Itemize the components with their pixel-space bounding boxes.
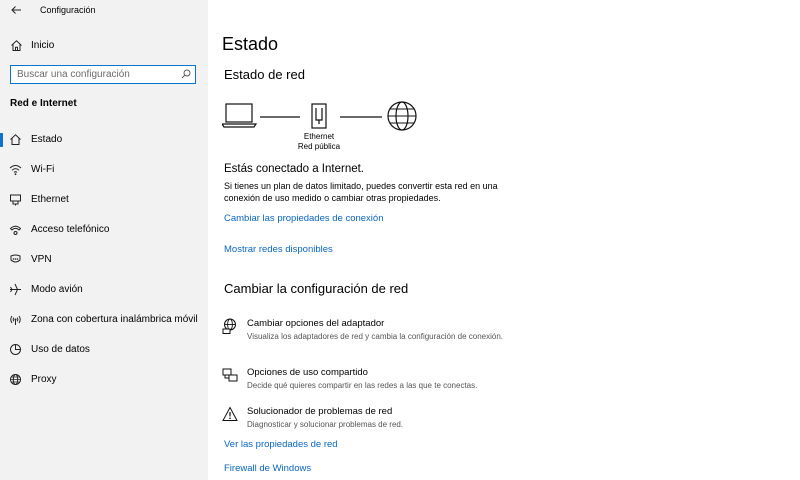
home-status-icon [10,134,21,145]
sidebar-item-label: Modo avión [31,284,83,295]
network-type: Red pública [297,142,341,151]
option-description: Diagnosticar y solucionar problemas de r… [247,420,404,429]
option-title: Cambiar opciones del adaptador [247,318,385,329]
network-diagram: Ethernet Red pública [220,98,422,158]
connected-status: Estás conectado a Internet. [224,163,365,175]
sidebar-item-vpn[interactable]: VPN [0,249,208,271]
airplane-icon [10,283,21,296]
sidebar-item-label: Estado [31,134,63,145]
option-title: Opciones de uso compartido [247,367,368,378]
sidebar-item-label: Uso de datos [31,344,90,355]
ethernet-adapter-icon [311,103,327,129]
search-box[interactable] [10,65,196,84]
sidebar-item-wifi[interactable]: Wi-Fi [0,159,208,181]
globe-icon [10,374,21,385]
search-input[interactable] [17,68,177,81]
sidebar-item-label: Acceso telefónico [31,224,110,235]
laptop-icon [220,103,258,128]
sidebar-item-dialup[interactable]: Acceso telefónico [0,219,208,241]
sidebar-item-label: VPN [31,254,52,265]
adapter-name: Ethernet [303,132,335,141]
windows-firewall-link[interactable]: Firewall de Windows [224,463,311,474]
sidebar-item-airplane[interactable]: Modo avión [0,279,208,301]
option-description: Decide qué quieres compartir en las rede… [247,381,478,390]
sidebar-item-label: Wi-Fi [31,164,55,175]
sidebar-item-label: Ethernet [31,194,69,205]
active-indicator [0,133,3,147]
app-title: Configuración [40,5,96,15]
show-available-networks-link[interactable]: Mostrar redes disponibles [224,244,333,255]
title-bar: Configuración [0,0,208,22]
warning-icon [222,406,238,421]
dialup-icon [9,225,22,235]
view-network-properties-link[interactable]: Ver las propiedades de red [224,439,338,450]
network-status-heading: Estado de red [224,67,305,82]
adapter-options-item[interactable]: Cambiar opciones del adaptador Visualiza… [220,318,520,350]
connected-description: Si tienes un plan de datos limitado, pue… [224,181,498,203]
sidebar: Configuración Inicio Red e Internet Esta… [0,0,208,480]
home-icon [11,40,22,51]
page-title: Estado [222,34,279,54]
sidebar-item-hotspot[interactable]: Zona con cobertura inalámbrica móvil [0,309,208,331]
network-diagram-graphic [220,101,417,131]
sidebar-item-proxy[interactable]: Proxy [0,369,208,391]
sharing-icon [222,368,238,382]
back-arrow-icon[interactable] [9,3,23,17]
main-content: Estado Estado de red Ethernet Red públic… [208,0,800,480]
change-settings-heading: Cambiar la configuración de red [224,281,409,296]
change-connection-properties-link[interactable]: Cambiar las propiedades de conexión [224,213,384,224]
sidebar-item-label: Inicio [31,40,55,51]
adapter-icon [222,318,236,334]
option-title: Solucionador de problemas de red [247,406,393,417]
sharing-options-item[interactable]: Opciones de uso compartido Decide qué qu… [220,367,520,391]
section-title: Red e Internet [10,98,77,109]
wifi-icon [9,165,22,176]
sidebar-item-label: Proxy [31,374,57,385]
sidebar-item-estado[interactable]: Estado [0,129,208,151]
vpn-icon [10,254,21,263]
sidebar-item-label: Zona con cobertura inalámbrica móvil [31,314,198,325]
option-description: Visualiza los adaptadores de red y cambi… [247,332,504,341]
internet-globe-icon [387,101,417,131]
hotspot-icon [10,315,21,325]
data-usage-icon [10,344,21,355]
sidebar-item-ethernet[interactable]: Ethernet [0,189,208,211]
ethernet-icon [10,194,21,206]
search-icon[interactable] [181,69,191,79]
sidebar-item-data-usage[interactable]: Uso de datos [0,339,208,361]
network-troubleshooter-item[interactable]: Solucionador de problemas de red Diagnos… [220,406,520,430]
sidebar-item-home[interactable]: Inicio [8,37,198,55]
